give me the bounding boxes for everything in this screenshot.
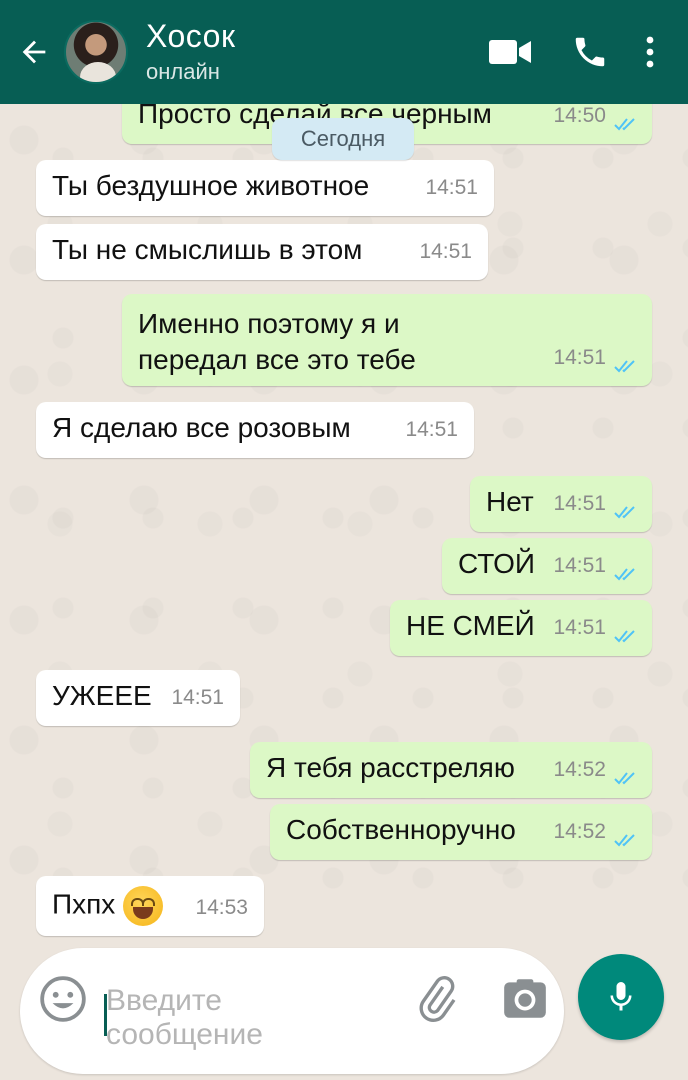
message-time: 14:53	[195, 896, 248, 919]
message-bubble-incoming[interactable]: Ты не смыслишь в этом 14:51	[36, 224, 488, 280]
video-call-button[interactable]	[470, 22, 550, 82]
message-text: Я сделаю все розовым	[52, 412, 351, 443]
message-time: 14:51	[425, 176, 478, 199]
message-list[interactable]: Просто сделай все черным 14:50 Сегодня Т…	[0, 104, 688, 940]
message-text-line: Именно поэтому я и	[138, 308, 400, 339]
more-options-button[interactable]	[630, 22, 670, 82]
read-ticks-icon	[614, 506, 635, 519]
input-placeholder: Введите сообщение	[106, 984, 366, 1052]
header-actions	[470, 22, 670, 82]
message-time: 14:51	[553, 554, 606, 577]
voice-call-button[interactable]	[550, 22, 630, 82]
message-time: 14:52	[553, 758, 606, 781]
message-text: Ты не смыслишь в этом	[52, 234, 363, 265]
chat-header: Хосок онлайн	[0, 0, 688, 104]
message-text: Нет	[486, 486, 534, 517]
message-bubble-incoming[interactable]: Ты бездушное животное 14:51	[36, 160, 494, 216]
message-time: 14:51	[553, 616, 606, 639]
contact-name: Хосок	[146, 18, 236, 54]
message-bubble-outgoing[interactable]: Именно поэтому я и передал все это тебе …	[122, 294, 652, 386]
message-text: Пхпх	[52, 888, 116, 920]
message-text: УЖЕЕЕ	[52, 680, 152, 711]
message-bubble-outgoing[interactable]: Собственноручно 14:52	[270, 804, 652, 860]
placeholder-line: Введите	[106, 984, 222, 1017]
video-call-icon	[489, 40, 531, 64]
message-bubble-outgoing[interactable]: Нет 14:51	[470, 476, 652, 532]
message-bubble-outgoing[interactable]: НЕ СМЕЙ 14:51	[390, 600, 652, 656]
camera-icon[interactable]	[500, 974, 550, 1024]
read-ticks-icon	[614, 772, 635, 785]
read-ticks-icon	[614, 118, 635, 131]
compose-bar: Введите сообщение	[0, 940, 688, 1080]
more-vert-icon	[646, 36, 654, 68]
back-button[interactable]	[6, 0, 62, 104]
message-text: Я тебя расстреляю	[266, 752, 515, 783]
read-ticks-icon	[614, 630, 635, 643]
date-separator: Сегодня	[272, 118, 414, 160]
message-time: 14:51	[553, 346, 606, 369]
message-time: 14:51	[553, 492, 606, 515]
emoji-icon[interactable]	[38, 974, 88, 1024]
message-bubble-incoming[interactable]: Пхпх 14:53	[36, 876, 264, 936]
message-text: Собственноручно	[286, 814, 516, 845]
read-ticks-icon	[614, 834, 635, 847]
message-input[interactable]: Введите сообщение	[20, 948, 564, 1074]
message-time: 14:52	[553, 820, 606, 843]
message-bubble-outgoing[interactable]: Я тебя расстреляю 14:52	[250, 742, 652, 798]
grinning-squinting-face-emoji	[123, 886, 164, 926]
microphone-icon	[610, 982, 632, 1011]
contact-avatar[interactable]	[64, 20, 128, 84]
read-ticks-icon	[614, 568, 635, 581]
message-text: СТОЙ	[458, 548, 536, 579]
message-time: 14:51	[171, 686, 224, 709]
message-time: 14:50	[553, 104, 606, 127]
message-text: НЕ СМЕЙ	[406, 610, 535, 641]
message-time: 14:51	[405, 418, 458, 441]
contact-info[interactable]: Хосок онлайн	[146, 17, 235, 87]
read-ticks-icon	[614, 360, 635, 373]
phone-icon	[575, 37, 605, 67]
message-bubble-incoming[interactable]: Я сделаю все розовым 14:51	[36, 402, 474, 458]
voice-record-button[interactable]	[578, 954, 664, 1040]
message-time: 14:51	[419, 240, 472, 263]
message-bubble-incoming[interactable]: УЖЕЕЕ 14:51	[36, 670, 240, 726]
placeholder-line: сообщение	[106, 1018, 263, 1051]
back-arrow-icon	[22, 40, 46, 64]
contact-status: онлайн	[146, 59, 220, 84]
message-text: Ты бездушное животное	[52, 170, 370, 201]
attach-paperclip-icon[interactable]	[412, 974, 462, 1024]
message-bubble-outgoing[interactable]: СТОЙ 14:51	[442, 538, 652, 594]
